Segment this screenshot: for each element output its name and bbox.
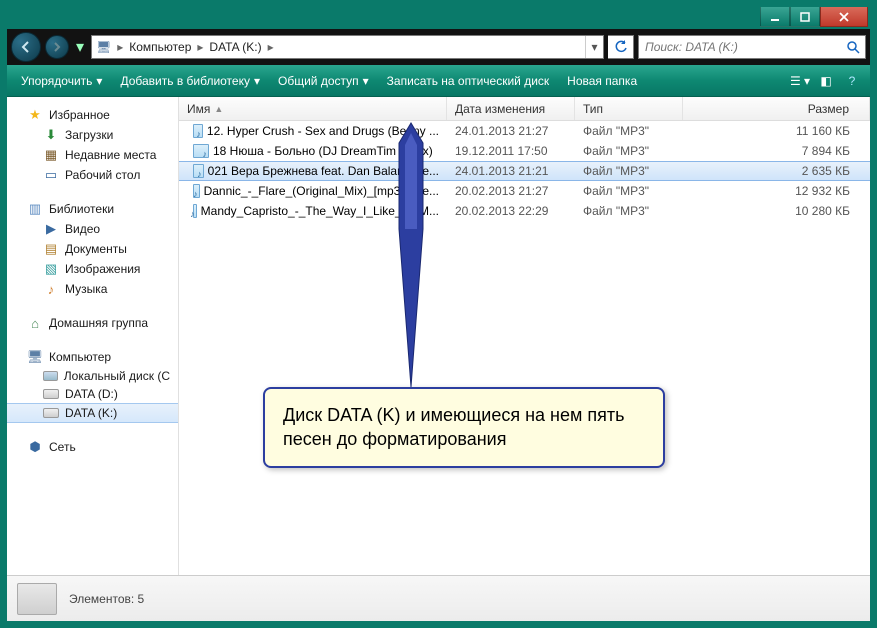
file-size: 7 894 КБ	[683, 144, 870, 158]
sidebar-music[interactable]: ♪Музыка	[7, 279, 178, 299]
file-type: Файл "MP3"	[575, 144, 683, 158]
organize-menu[interactable]: Упорядочить ▾	[13, 70, 110, 92]
maximize-button[interactable]	[790, 7, 820, 27]
preview-pane-icon[interactable]: ◧	[814, 69, 838, 93]
mp3-file-icon	[193, 144, 209, 158]
file-row[interactable]: Dannic_-_Flare_(Original_Mix)_[mp3pulse.…	[179, 181, 870, 201]
file-type: Файл "MP3"	[575, 204, 683, 218]
column-date[interactable]: Дата изменения	[447, 97, 575, 120]
back-button[interactable]	[11, 32, 41, 62]
mp3-file-icon	[193, 204, 197, 218]
file-type: Файл "MP3"	[575, 184, 683, 198]
history-dropdown[interactable]: ▾	[73, 34, 87, 60]
mp3-file-icon	[193, 124, 203, 138]
breadcrumb-seg-computer[interactable]: Компьютер	[125, 36, 195, 58]
file-date: 19.12.2011 17:50	[447, 144, 575, 158]
window-titlebar	[7, 7, 870, 29]
explorer-window: ▾ 🖥 ▸ Компьютер ▸ DATA (K:) ▸ ▾ Упорядоч…	[0, 0, 877, 628]
file-size: 12 932 КБ	[683, 184, 870, 198]
sidebar-downloads[interactable]: ⬇Загрузки	[7, 125, 178, 145]
file-rows[interactable]: 12. Hyper Crush - Sex and Drugs (Benny .…	[179, 121, 870, 575]
sidebar-favorites[interactable]: ★Избранное	[7, 105, 178, 125]
new-folder-button[interactable]: Новая папка	[559, 70, 645, 92]
sidebar-homegroup[interactable]: ⌂Домашняя группа	[7, 313, 178, 333]
drive-icon	[17, 583, 57, 615]
file-type: Файл "MP3"	[575, 164, 683, 178]
column-headers: Имя ▲ Дата изменения Тип Размер	[179, 97, 870, 121]
forward-button[interactable]	[45, 35, 69, 59]
burn-button[interactable]: Записать на оптический диск	[379, 70, 558, 92]
sidebar-local-disk-c[interactable]: Локальный диск (C	[7, 367, 178, 385]
file-date: 20.02.2013 21:27	[447, 184, 575, 198]
address-dropdown-icon[interactable]: ▾	[585, 36, 603, 58]
search-icon[interactable]	[841, 36, 865, 58]
mp3-file-icon	[193, 164, 204, 178]
sidebar-images[interactable]: ▧Изображения	[7, 259, 178, 279]
sidebar-data-k[interactable]: DATA (K:)	[7, 403, 178, 423]
file-date: 20.02.2013 22:29	[447, 204, 575, 218]
navigation-pane[interactable]: ★Избранное ⬇Загрузки ▦Недавние места ▭Ра…	[7, 97, 179, 575]
file-row[interactable]: 021 Вера Брежнева feat. Dan Balan - Ле..…	[179, 161, 870, 181]
file-date: 24.01.2013 21:21	[447, 164, 575, 178]
column-type[interactable]: Тип	[575, 97, 683, 120]
file-size: 11 160 КБ	[683, 124, 870, 138]
sidebar-documents[interactable]: ▤Документы	[7, 239, 178, 259]
sidebar-desktop[interactable]: ▭Рабочий стол	[7, 165, 178, 185]
file-row[interactable]: Mandy_Capristo_-_The_Way_I_Like_It_(M...…	[179, 201, 870, 221]
search-input[interactable]	[639, 40, 841, 54]
explorer-body: ★Избранное ⬇Загрузки ▦Недавние места ▭Ра…	[7, 97, 870, 575]
column-name[interactable]: Имя ▲	[179, 97, 447, 120]
nav-bar: ▾ 🖥 ▸ Компьютер ▸ DATA (K:) ▸ ▾	[7, 29, 870, 65]
sidebar-libraries[interactable]: ▥Библиотеки	[7, 199, 178, 219]
file-list-area: Имя ▲ Дата изменения Тип Размер 12. Hype…	[179, 97, 870, 575]
view-options-icon[interactable]: ☰ ▾	[788, 69, 812, 93]
sidebar-video[interactable]: ▶Видео	[7, 219, 178, 239]
file-row[interactable]: 18 Нюша - Больно (DJ DreamTim remix)19.1…	[179, 141, 870, 161]
sidebar-recent[interactable]: ▦Недавние места	[7, 145, 178, 165]
close-button[interactable]	[820, 7, 868, 27]
file-date: 24.01.2013 21:27	[447, 124, 575, 138]
add-to-library-menu[interactable]: Добавить в библиотеку ▾	[112, 70, 268, 92]
share-menu[interactable]: Общий доступ ▾	[270, 70, 377, 92]
callout-text: Диск DATA (K) и имеющиеся на нем пять пе…	[263, 387, 665, 468]
command-bar: Упорядочить ▾ Добавить в библиотеку ▾ Об…	[7, 65, 870, 97]
search-box[interactable]	[638, 35, 866, 59]
file-type: Файл "MP3"	[575, 124, 683, 138]
status-item-count: Элементов: 5	[69, 592, 144, 606]
sidebar-data-d[interactable]: DATA (D:)	[7, 385, 178, 403]
sidebar-computer[interactable]: 🖥Компьютер	[7, 347, 178, 367]
file-size: 10 280 КБ	[683, 204, 870, 218]
file-row[interactable]: 12. Hyper Crush - Sex and Drugs (Benny .…	[179, 121, 870, 141]
address-bar[interactable]: 🖥 ▸ Компьютер ▸ DATA (K:) ▸ ▾	[91, 35, 604, 59]
file-size: 2 635 КБ	[683, 164, 870, 178]
callout-arrow-icon	[381, 119, 441, 399]
breadcrumb-seg-drive[interactable]: DATA (K:)	[205, 36, 265, 58]
annotation-callout: Диск DATA (K) и имеющиеся на нем пять пе…	[263, 387, 665, 468]
mp3-file-icon	[193, 184, 200, 198]
status-bar: Элементов: 5	[7, 575, 870, 621]
help-icon[interactable]: ?	[840, 69, 864, 93]
refresh-button[interactable]	[608, 35, 634, 59]
column-size[interactable]: Размер	[683, 97, 870, 120]
sidebar-network[interactable]: ⬢Сеть	[7, 437, 178, 457]
minimize-button[interactable]	[760, 7, 790, 27]
